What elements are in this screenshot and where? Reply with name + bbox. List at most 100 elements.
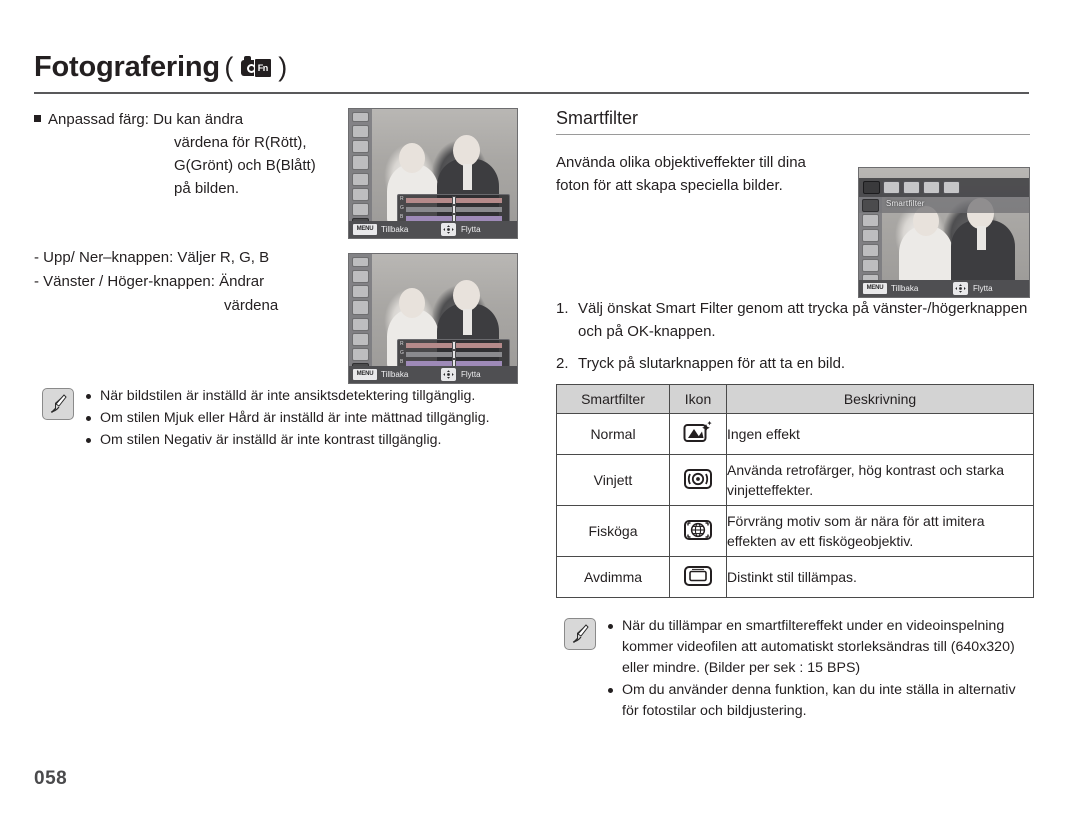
- lcd-sidebar-icon[interactable]: [352, 125, 369, 138]
- filter-name: Avdimma: [556, 556, 670, 598]
- right-note-line1: Om du använder denna funktion, kan du in…: [622, 682, 1016, 698]
- lcd-slider-label-g: G: [400, 205, 404, 211]
- lcd-screen-custom-color-2: R G B MENU Tillbaka Flytta: [348, 253, 518, 384]
- intro-line2: foton för att skapa speciella bilder.: [556, 177, 783, 194]
- right-note-line3: eller mindre. (Bilder per sek : 15 BPS): [622, 660, 861, 676]
- table-row: Avdimma Distinkt stil tillämpas.: [556, 556, 1034, 598]
- lcd-slider-label-g: G: [400, 350, 404, 356]
- lcd-sidebar-icon[interactable]: [352, 348, 369, 361]
- lcd-sidebar-icon-selected[interactable]: [862, 199, 879, 212]
- th-smartfilter: Smartfilter: [556, 384, 670, 414]
- section-divider: [556, 134, 1030, 135]
- lcd-back-label: Tillbaka: [891, 284, 919, 293]
- lcd-filter-icon-3[interactable]: [903, 181, 920, 194]
- lcd-bottom-bar: MENU Tillbaka Flytta: [349, 221, 517, 238]
- lcd-sidebar-icon[interactable]: [352, 140, 369, 153]
- smartfilter-table: Smartfilter Ikon Beskrivning Normal Inge…: [556, 384, 1034, 598]
- step-1-number: 1.: [556, 300, 569, 317]
- filter-desc-line2: effekten av ett fiskögeobjektiv.: [727, 533, 914, 549]
- lcd-nav-pad-icon[interactable]: [441, 368, 456, 381]
- lcd-rgb-slider-panel: R G B: [397, 194, 510, 223]
- lcd-slider-r[interactable]: [406, 196, 502, 205]
- th-ikon: Ikon: [669, 384, 727, 414]
- lcd-bottom-bar: MENU Tillbaka Flytta: [349, 366, 517, 383]
- lcd-nav-pad-icon[interactable]: [953, 282, 968, 295]
- lcd-sidebar-icon[interactable]: [352, 270, 369, 283]
- camera-fn-icon: Fn: [240, 55, 272, 79]
- lcd-rgb-slider-panel: R G B: [397, 339, 510, 368]
- note-pen-icon: [564, 618, 596, 650]
- lcd-menu-button[interactable]: MENU: [353, 369, 377, 380]
- lcd-sidebar-icon[interactable]: [862, 229, 879, 242]
- step-2-line1: Tryck på slutarknappen för att ta en bil…: [578, 355, 846, 372]
- step-1: 1. Välj önskat Smart Filter genom att tr…: [556, 297, 1030, 343]
- lcd-filter-icon-normal-selected[interactable]: [863, 181, 880, 194]
- filter-description: Förvräng motiv som är nära för att imite…: [726, 505, 1034, 557]
- lcd-sidebar: [859, 197, 882, 287]
- left-note-item: När bildstilen är inställd är inte ansik…: [86, 386, 526, 407]
- note-pen-icon: [42, 388, 74, 420]
- title-paren-open: (: [224, 51, 234, 82]
- title-paren-close: ): [278, 51, 288, 82]
- lcd-slider-g[interactable]: [406, 205, 502, 214]
- lcd-nav-pad-icon[interactable]: [441, 223, 456, 236]
- smartfilter-steps: 1. Välj önskat Smart Filter genom att tr…: [556, 297, 1030, 375]
- section-title-smartfilter: Smartfilter: [556, 108, 639, 128]
- lcd-sidebar-icon[interactable]: [862, 214, 879, 227]
- lcd-filter-toolbar: [859, 178, 1029, 197]
- filter-desc-line1: Förvräng motiv som är nära för att imite…: [727, 513, 985, 529]
- lcd-sidebar-icon[interactable]: [352, 257, 369, 267]
- lcd-sidebar-icon[interactable]: [352, 203, 369, 216]
- filter-icon-cell: [669, 505, 727, 557]
- normal-filter-icon: [683, 420, 713, 449]
- filter-description: Använda retrofärger, hög kontrast och st…: [726, 454, 1034, 506]
- vignette-filter-icon: [683, 466, 713, 495]
- lcd-sidebar-icon[interactable]: [352, 112, 369, 122]
- filter-desc-line1: Använda retrofärger, hög kontrast och st…: [727, 462, 1005, 478]
- lcd-screen-custom-color-1: R G B MENU Tillbaka Flytta: [348, 108, 518, 239]
- lcd-move-label: Flytta: [461, 225, 481, 234]
- lcd-move-label: Flytta: [461, 370, 481, 379]
- fisheye-filter-icon: [683, 517, 713, 546]
- lcd-sidebar-icon[interactable]: [352, 155, 369, 170]
- defog-filter-icon: [683, 563, 713, 592]
- lcd-menu-button[interactable]: MENU: [353, 224, 377, 235]
- left-note-item: Om stilen Negativ är inställd är inte ko…: [86, 430, 526, 451]
- left-note-list: När bildstilen är inställd är inte ansik…: [86, 386, 526, 451]
- lcd-slider-r[interactable]: [406, 341, 502, 350]
- lcd-sidebar-icon[interactable]: [352, 333, 369, 346]
- table-row: Normal Ingen effekt: [556, 413, 1034, 455]
- lcd-move-label: Flytta: [973, 284, 993, 293]
- lcd-sidebar-icon[interactable]: [352, 173, 369, 186]
- lcd-sidebar-icon[interactable]: [352, 300, 369, 315]
- lcd-sidebar-icon[interactable]: [862, 244, 879, 257]
- filter-description: Ingen effekt: [726, 413, 1034, 455]
- lcd-sidebar-icon[interactable]: [352, 285, 369, 298]
- right-note-line2: kommer videofilen att automatiskt storle…: [622, 639, 1015, 655]
- lcd-filter-icon-4[interactable]: [923, 181, 940, 194]
- lcd-slider-label-r: R: [400, 196, 404, 202]
- lcd-sidebar: [349, 254, 372, 376]
- lcd-menu-strip: [859, 197, 1029, 213]
- lcd-filter-icon-2[interactable]: [883, 181, 900, 194]
- filter-icon-cell: [669, 413, 727, 455]
- lcd-sidebar-icon[interactable]: [862, 259, 879, 272]
- filter-description: Distinkt stil tillämpas.: [726, 556, 1034, 598]
- intro-line1: Använda olika objektiveffekter till dina: [556, 154, 806, 171]
- lcd-slider-g[interactable]: [406, 350, 502, 359]
- lcd-menu-button[interactable]: MENU: [863, 283, 887, 294]
- lcd-slider-label-r: R: [400, 341, 404, 347]
- right-note-line2: för fotostilar och bildjustering.: [622, 703, 807, 719]
- step-2-number: 2.: [556, 355, 569, 372]
- filter-desc-line1: Distinkt stil tillämpas.: [727, 569, 857, 585]
- right-note-item: Om du använder denna funktion, kan du in…: [608, 680, 1030, 722]
- page-title-row: Fotografering ( Fn ): [34, 50, 1029, 88]
- lcd-sidebar-icon[interactable]: [352, 188, 369, 201]
- lcd-sidebar-icon[interactable]: [352, 318, 369, 331]
- square-bullet-icon: [34, 115, 41, 122]
- lcd-filter-icon-5[interactable]: [943, 181, 960, 194]
- lcd-slider-label-b: B: [400, 214, 404, 220]
- left-note-item: Om stilen Mjuk eller Hård är inställd är…: [86, 408, 526, 429]
- header-divider: [34, 92, 1029, 94]
- left-note-box: När bildstilen är inställd är inte ansik…: [34, 386, 526, 451]
